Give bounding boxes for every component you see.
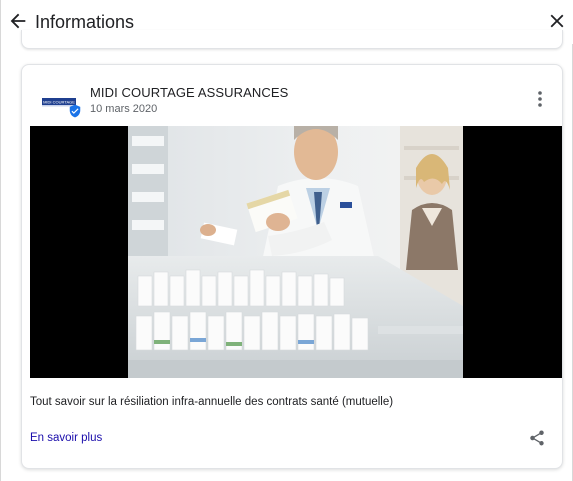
post-card: MIDI COURTAGE MIDI COURTAGE ASSURANCES 1…: [21, 64, 563, 469]
post-date: 10 mars 2020: [90, 103, 158, 115]
close-icon[interactable]: [546, 10, 568, 32]
arrow-back-icon[interactable]: [7, 10, 29, 32]
verified-badge-icon: [69, 104, 81, 118]
pharmacy-photo: [128, 126, 463, 378]
post-text: Tout savoir sur la résiliation infra-ann…: [30, 396, 394, 408]
panel: Informations MIDI COURTAGE MIDI COURTAGE…: [0, 0, 573, 481]
previous-post-card: [21, 30, 563, 49]
learn-more-link[interactable]: En savoir plus: [30, 431, 102, 445]
company-name[interactable]: MIDI COURTAGE ASSURANCES: [90, 85, 288, 101]
share-icon[interactable]: [528, 429, 546, 447]
more-vert-icon[interactable]: [532, 89, 548, 109]
post-image[interactable]: [30, 126, 562, 378]
